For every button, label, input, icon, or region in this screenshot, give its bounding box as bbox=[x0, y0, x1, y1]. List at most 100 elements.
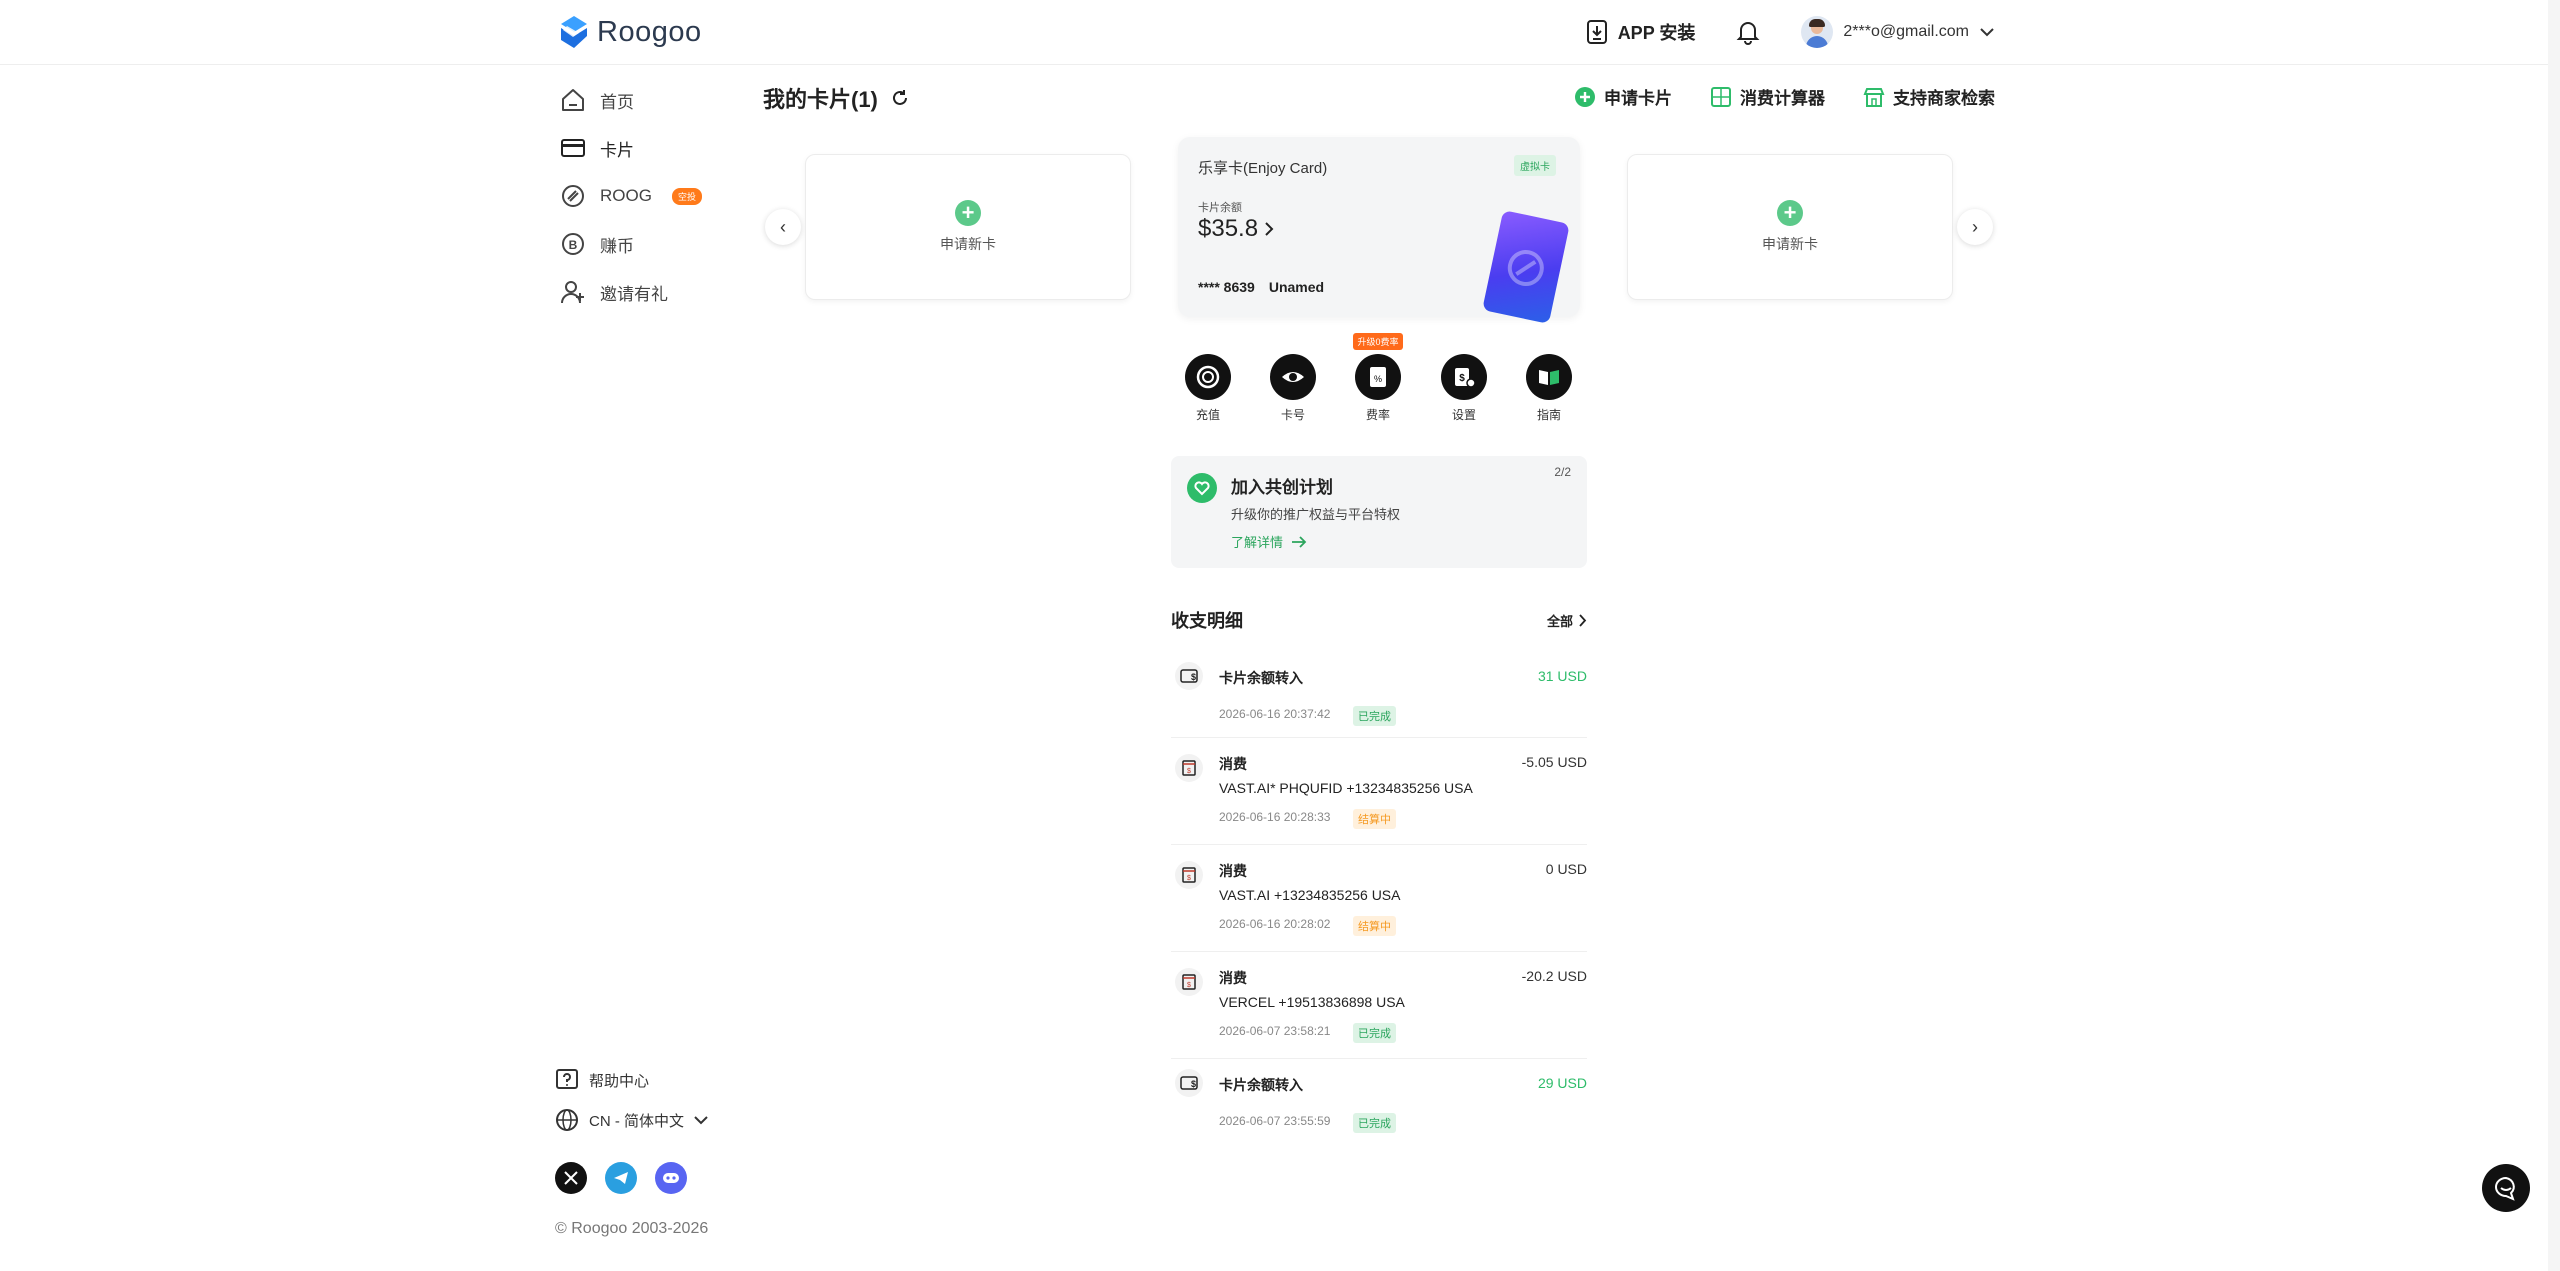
card-balance-value: $35.8 bbox=[1198, 215, 1259, 242]
settings-label: 设置 bbox=[1451, 408, 1476, 422]
guide-label: 指南 bbox=[1536, 408, 1561, 422]
app-install-label: APP 安装 bbox=[1617, 23, 1696, 43]
apply-new-card-right[interactable]: + 申请新卡 bbox=[1627, 154, 1953, 300]
transactions-list: $ 卡片余额转入 2026-06-16 20:37:42 已完成 31 USD … bbox=[1171, 652, 1587, 1145]
transaction-date: 2026-06-16 20:28:33 bbox=[1219, 810, 1331, 824]
sidebar-item-label: 赚币 bbox=[600, 236, 634, 256]
card-holder: Unamed bbox=[1268, 279, 1325, 295]
store-icon bbox=[1863, 87, 1885, 107]
discord-icon[interactable] bbox=[655, 1162, 687, 1194]
receipt-icon: $ bbox=[1175, 754, 1203, 782]
heart-shield-icon bbox=[1187, 473, 1217, 503]
help-icon bbox=[556, 1069, 578, 1089]
sidebar-item-label: ROOG bbox=[600, 186, 652, 205]
table-row[interactable]: $ 消费 VAST.AI +13234835256 USA 2026-06-16… bbox=[1171, 845, 1587, 952]
telegram-icon[interactable] bbox=[605, 1162, 637, 1194]
notification-bell-icon[interactable] bbox=[1735, 19, 1761, 45]
table-row[interactable]: $ 消费 VERCEL +19513836898 USA 2026-06-07 … bbox=[1171, 952, 1587, 1059]
chevron-down-icon bbox=[694, 1115, 708, 1124]
user-menu[interactable]: 2***o@gmail.com bbox=[1801, 16, 1995, 48]
promo-learn-more-link[interactable]: 了解详情 bbox=[1231, 532, 1307, 551]
view-all-label: 全部 bbox=[1546, 613, 1573, 629]
transaction-date: 2026-06-16 20:37:42 bbox=[1219, 707, 1331, 721]
table-row[interactable]: $ 卡片余额转入 2026-06-07 23:55:59 已完成 29 USD bbox=[1171, 1059, 1587, 1145]
transfer-in-icon: $ bbox=[1175, 662, 1203, 690]
copyright-text: © Roogoo 2003-2026 bbox=[555, 1220, 709, 1237]
sidebar-item-invite[interactable]: 邀请有礼 bbox=[560, 268, 760, 316]
svg-text:%: % bbox=[1374, 374, 1382, 384]
merchant-search-label: 支持商家检索 bbox=[1893, 89, 1995, 108]
language-selector[interactable]: CN - 简体中文 bbox=[555, 1108, 708, 1132]
sidebar-item-cards[interactable]: 卡片 bbox=[560, 124, 760, 172]
x-twitter-icon[interactable] bbox=[555, 1162, 587, 1194]
enjoy-card[interactable]: 乐享卡(Enjoy Card) 虚拟卡 卡片余额 $35.8 **** 8639… bbox=[1178, 137, 1580, 324]
svg-text:$: $ bbox=[1191, 672, 1196, 682]
card-icon bbox=[561, 139, 585, 157]
my-cards-title: 我的卡片(1) bbox=[763, 87, 878, 112]
help-center-label: 帮助中心 bbox=[589, 1072, 650, 1090]
card-number-button[interactable]: 卡号 bbox=[1263, 354, 1323, 423]
svg-text:$: $ bbox=[1187, 768, 1191, 775]
receipt-icon: $ bbox=[1175, 968, 1203, 996]
earn-coin-icon: B bbox=[562, 233, 584, 255]
receipt-icon: $ bbox=[1175, 861, 1203, 889]
sidebar-item-roog[interactable]: ROOG 空投 bbox=[560, 172, 760, 220]
page-title: 我的卡片(1) bbox=[763, 82, 910, 114]
sidebar-item-label: 邀请有礼 bbox=[600, 284, 668, 304]
co-creation-promo[interactable]: 加入共创计划 升级你的推广权益与平台特权 了解详情 2/2 bbox=[1171, 456, 1587, 568]
support-chat-button[interactable] bbox=[2482, 1164, 2530, 1212]
recharge-label: 充值 bbox=[1195, 408, 1220, 422]
status-badge: 已完成 bbox=[1353, 1113, 1396, 1133]
apply-new-card-left[interactable]: + 申请新卡 bbox=[805, 154, 1131, 300]
virtual-card-tag: 虚拟卡 bbox=[1514, 155, 1556, 176]
settings-button[interactable]: $ 设置 bbox=[1434, 354, 1494, 423]
table-row[interactable]: $ 卡片余额转入 2026-06-16 20:37:42 已完成 31 USD bbox=[1171, 652, 1587, 738]
apply-card-label: 申请卡片 bbox=[1604, 89, 1672, 108]
card-number-label: 卡号 bbox=[1280, 408, 1305, 422]
calculator-button[interactable]: 消费计算器 bbox=[1710, 84, 1825, 109]
status-badge: 已完成 bbox=[1353, 1023, 1396, 1043]
sidebar-item-home[interactable]: 首页 bbox=[560, 76, 760, 124]
view-all-transactions-link[interactable]: 全部 bbox=[1547, 611, 1587, 630]
plus-icon: + bbox=[955, 200, 981, 226]
status-badge: 结算中 bbox=[1353, 916, 1396, 936]
card-balance[interactable]: $35.8 bbox=[1198, 215, 1274, 243]
globe-icon bbox=[556, 1109, 578, 1131]
transaction-date: 2026-06-16 20:28:02 bbox=[1219, 917, 1331, 931]
roog-icon bbox=[562, 185, 584, 207]
svg-text:$: $ bbox=[1459, 373, 1465, 384]
card-number-row: **** 8639 Unamed bbox=[1198, 279, 1324, 295]
brand-logo[interactable]: Roogoo bbox=[557, 14, 702, 50]
sidebar-footer: 帮助中心 CN - 简体中文 © Roogoo 2003-2026 bbox=[555, 1068, 708, 1238]
svg-text:B: B bbox=[569, 238, 578, 252]
chevron-down-icon bbox=[1980, 28, 1994, 37]
eye-icon bbox=[1270, 354, 1316, 400]
carousel-next-button[interactable]: › bbox=[1957, 209, 1993, 245]
merchant-search-button[interactable]: 支持商家检索 bbox=[1863, 84, 1995, 109]
transaction-type: 消费 bbox=[1219, 970, 1247, 986]
invite-user-icon bbox=[561, 281, 584, 304]
transaction-merchant: VAST.AI +13234835256 USA bbox=[1219, 887, 1401, 903]
download-icon bbox=[1586, 20, 1607, 44]
app-install-button[interactable]: APP 安装 bbox=[1586, 19, 1696, 45]
guide-icon bbox=[1526, 354, 1572, 400]
upgrade-tag: 升级0费率 bbox=[1353, 333, 1403, 350]
transaction-amount: 0 USD bbox=[1545, 861, 1587, 877]
svg-text:$: $ bbox=[1191, 1079, 1196, 1089]
chevron-right-icon bbox=[1265, 222, 1274, 236]
help-center-link[interactable]: 帮助中心 bbox=[555, 1068, 708, 1092]
sidebar-item-earn[interactable]: B 赚币 bbox=[560, 220, 760, 268]
recharge-button[interactable]: 充值 bbox=[1178, 354, 1238, 423]
promo-link-label: 了解详情 bbox=[1231, 535, 1284, 550]
carousel-prev-button[interactable]: ‹ bbox=[765, 209, 801, 245]
guide-button[interactable]: 指南 bbox=[1519, 354, 1579, 423]
roogoo-logo-icon bbox=[561, 16, 587, 48]
apply-card-button[interactable]: 申请卡片 bbox=[1574, 84, 1672, 109]
sidebar-item-label: 首页 bbox=[600, 92, 634, 112]
transaction-amount: 31 USD bbox=[1537, 668, 1587, 684]
table-row[interactable]: $ 消费 VAST.AI* PHQUFID +13234835256 USA 2… bbox=[1171, 738, 1587, 845]
page-scrollbar[interactable] bbox=[2548, 0, 2560, 1271]
fee-rate-button[interactable]: 升级0费率 % 费率 bbox=[1348, 333, 1408, 423]
refresh-icon[interactable] bbox=[890, 88, 910, 108]
transaction-type: 消费 bbox=[1219, 756, 1247, 772]
